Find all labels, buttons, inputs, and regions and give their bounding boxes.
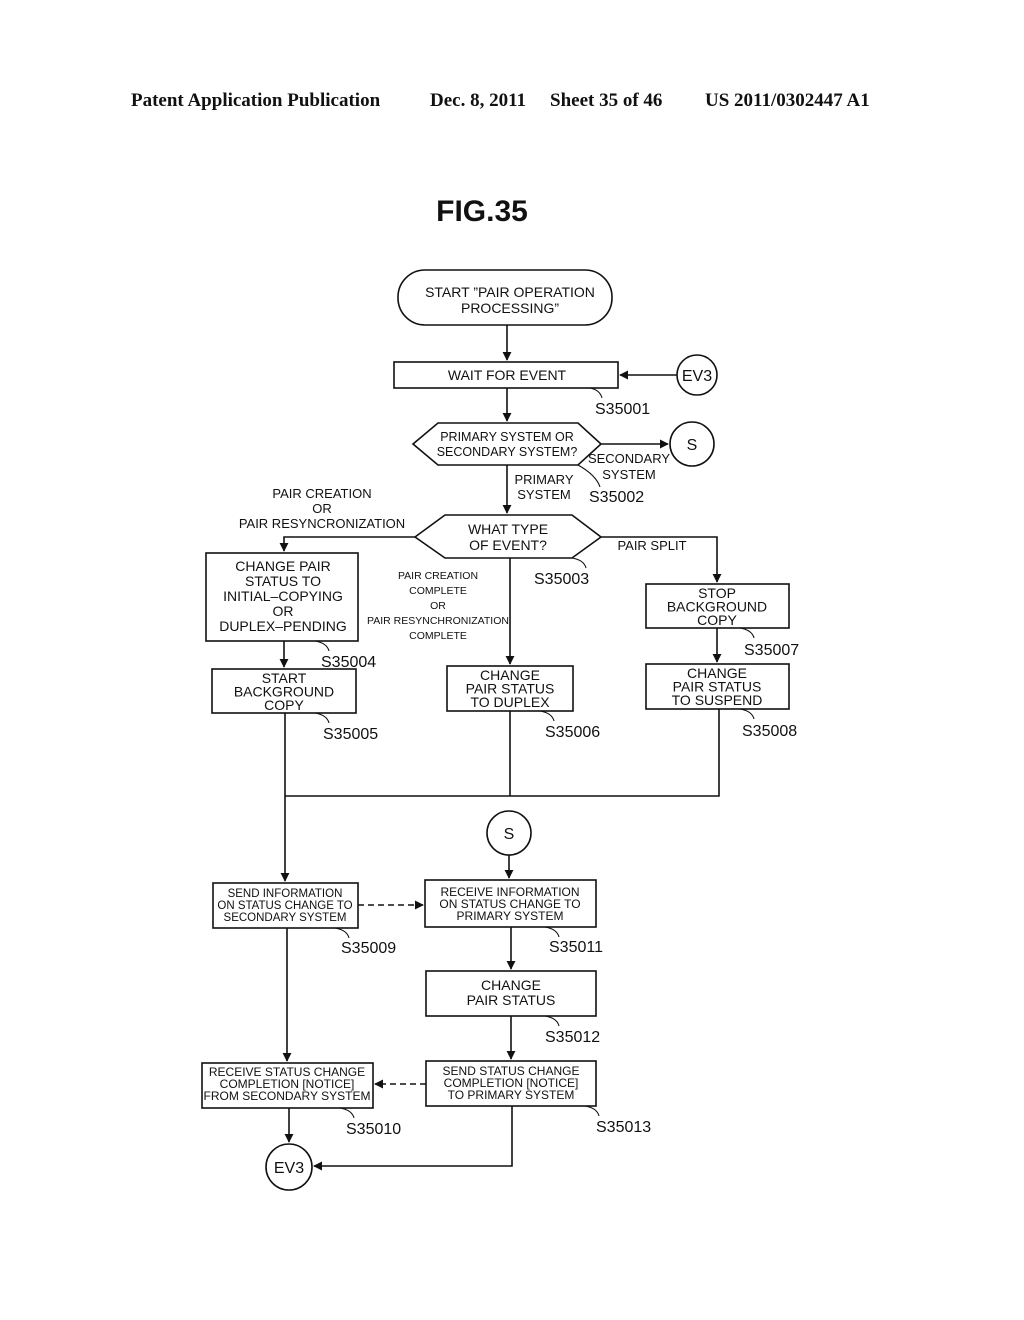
leader-s35010 (339, 1107, 355, 1119)
leader-s35007 (739, 627, 755, 639)
text-line: INITIAL–COPYING (223, 588, 343, 604)
leader-s35002 (577, 464, 601, 488)
s35004-label: CHANGE PAIR STATUS TO INITIAL–COPYING OR DUP… (219, 558, 347, 634)
s35009-label: SEND INFORMATION ON STATUS CHANGE TO SECON… (217, 888, 352, 924)
step-label-s35006: S35006 (545, 724, 600, 741)
text-line: OF EVENT? (469, 537, 547, 553)
text-line: START ”PAIR OPERATION (425, 284, 595, 300)
text-line: COPY (264, 697, 304, 713)
text-line: EV3 (682, 368, 712, 385)
arrow-s35013-to-ev3 (313, 1106, 513, 1171)
branch-pair-creation-label: PAIR CREATION OR PAIR RESYNCRONIZATION (239, 486, 405, 531)
step-label-s35013: S35013 (596, 1119, 651, 1136)
branch-primary-label: PRIMARY SYSTEM (515, 472, 574, 502)
system-decision-label: PRIMARY SYSTEM OR SECONDARY SYSTEM? (437, 430, 578, 459)
text-line: SYSTEM (517, 487, 570, 502)
text-line: OR (312, 501, 332, 516)
flowchart: START ”PAIR OPERATION PROCESSING” WAIT FO… (201, 269, 799, 1191)
text-line: PRIMARY (515, 472, 574, 487)
leader-s35001 (589, 387, 603, 399)
text-line: TO DUPLEX (470, 694, 550, 710)
text-line: CHANGE PAIR (235, 558, 330, 574)
text-line: PAIR SPLIT (617, 538, 686, 553)
text-line: FROM SECONDARY SYSTEM (204, 1089, 371, 1103)
text-line: PRIMARY SYSTEM OR (440, 430, 574, 444)
text-line: PAIR RESYNCHRONIZATION (367, 615, 509, 627)
step-label-s35005: S35005 (323, 726, 378, 743)
text-line: SYSTEM (602, 467, 655, 482)
arrow-pair-creation (279, 536, 415, 552)
leader-s35008 (739, 708, 755, 720)
leader-s35012 (544, 1015, 560, 1027)
step-label-s35011: S35011 (549, 939, 603, 956)
step-label-s35001: S35001 (595, 401, 650, 418)
leader-s35005 (314, 712, 330, 724)
s35011-label: RECEIVE INFORMATION ON STATUS CHANGE TO PR… (439, 885, 580, 923)
text-line: COMPLETE (409, 630, 467, 642)
branch-pair-complete-label: PAIR CREATION COMPLETE OR PAIR RESYNCHRONIZ… (367, 570, 509, 642)
text-line: WHAT TYPE (468, 521, 548, 537)
text-line: DUPLEX–PENDING (219, 618, 347, 634)
text-line: PAIR STATUS (467, 992, 556, 1008)
step-label-s35007: S35007 (744, 642, 799, 659)
text-line: TO SUSPEND (672, 692, 763, 708)
leader-s35006 (539, 710, 555, 722)
text-line: PRIMARY SYSTEM (457, 909, 564, 923)
text-line: COPY (697, 612, 737, 628)
s-in-label: S (504, 826, 515, 843)
text-line: SECONDARY SYSTEM (224, 912, 347, 924)
text-line: SEND INFORMATION (228, 888, 343, 900)
text-line: PAIR CREATION (272, 486, 371, 501)
text-line: TO PRIMARY SYSTEM (448, 1088, 575, 1102)
step-label-s35004: S35004 (321, 654, 376, 671)
text-line: STATUS TO (245, 573, 321, 589)
text-line: ON STATUS CHANGE TO (217, 900, 352, 912)
text-line: WAIT FOR EVENT (448, 367, 567, 383)
leader-s35009 (334, 927, 350, 939)
text-line: EV3 (274, 1160, 304, 1177)
text-line: COMPLETE (409, 585, 467, 597)
wait-label: WAIT FOR EVENT (448, 367, 567, 383)
branch-pair-split-label: PAIR SPLIT (617, 538, 686, 553)
text-line: SECONDARY (588, 451, 670, 466)
leader-s35011 (544, 926, 560, 938)
leader-s35004 (314, 640, 330, 652)
text-line: OR (273, 603, 294, 619)
step-label-s35012: S35012 (545, 1029, 600, 1046)
text-line: PROCESSING” (461, 300, 559, 316)
text-line: CHANGE (481, 977, 541, 993)
step-label-s35008: S35008 (742, 723, 797, 740)
text-line: S (687, 437, 698, 454)
s-out-label: S (687, 437, 698, 454)
step-label-s35002: S35002 (589, 489, 644, 506)
text-line: PAIR RESYNCRONIZATION (239, 516, 405, 531)
step-label-s35009: S35009 (341, 940, 396, 957)
step-label-s35003: S35003 (534, 571, 589, 588)
text-line: PAIR CREATION (398, 570, 478, 582)
text-line: S (504, 826, 515, 843)
s35010-label: RECEIVE STATUS CHANGE COMPLETION [NOTICE]… (204, 1065, 371, 1103)
leader-s35013 (584, 1105, 600, 1117)
text-line: SECONDARY SYSTEM? (437, 445, 578, 459)
step-label-s35010: S35010 (346, 1121, 401, 1138)
text-line: OR (430, 600, 446, 612)
ev3-in-label: EV3 (682, 368, 712, 385)
s35013-label: SEND STATUS CHANGE COMPLETION [NOTICE] TO … (443, 1064, 580, 1102)
line-s35008-merge (285, 709, 720, 797)
branch-secondary-label: SECONDARY SYSTEM (588, 451, 670, 482)
ev3-out-label: EV3 (274, 1160, 304, 1177)
leader-s35003 (571, 557, 587, 569)
event-decision-label: WHAT TYPE OF EVENT? (468, 521, 548, 553)
